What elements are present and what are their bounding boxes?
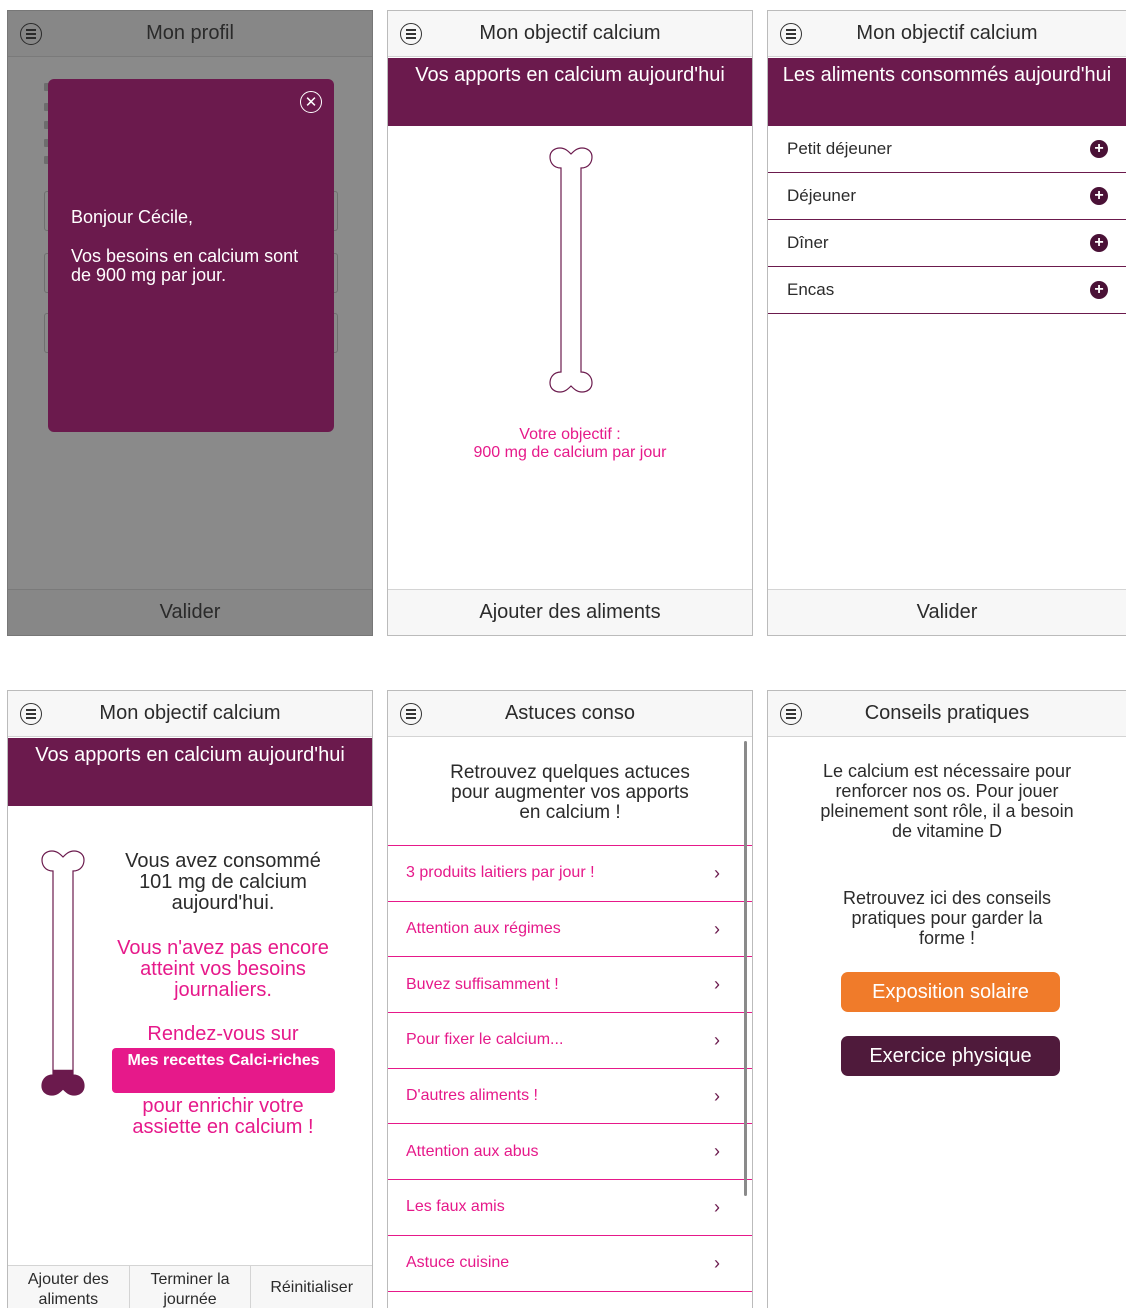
objective-label: Votre objectif : bbox=[519, 426, 621, 443]
tip-label: 3 produits laitiers par jour ! bbox=[406, 864, 595, 882]
add-food-button[interactable]: Ajouter des aliments bbox=[8, 1266, 130, 1308]
tip-label: D'autres aliments ! bbox=[406, 1087, 538, 1105]
page-title: Mon objectif calcium bbox=[856, 22, 1038, 44]
list-item[interactable]: Buvez suffisamment ! › bbox=[388, 957, 752, 1014]
list-item[interactable]: Les faux amis › bbox=[388, 1180, 752, 1236]
consumed-text: Vous avez consommé 101 mg de calcium auj… bbox=[125, 850, 321, 914]
page-title: Conseils pratiques bbox=[864, 702, 1030, 724]
page-title: Mon objectif calcium bbox=[479, 22, 661, 44]
meal-list: Petit déjeuner + Déjeuner + Dîner + Enca… bbox=[768, 126, 1126, 314]
chevron-right-icon: › bbox=[714, 1141, 720, 1162]
bone-gauge-icon bbox=[41, 850, 85, 1096]
tip-label: Attention aux abus bbox=[406, 1142, 539, 1160]
goto-text: Rendez-vous sur bbox=[147, 1023, 299, 1045]
banner: Vos apports en calcium aujourd'hui bbox=[8, 738, 372, 806]
reset-button[interactable]: Réinitialiser bbox=[251, 1266, 372, 1308]
chevron-right-icon: › bbox=[714, 862, 720, 883]
menu-icon[interactable] bbox=[20, 23, 42, 45]
tips-list: 3 produits laitiers par jour ! › Attentio… bbox=[388, 845, 752, 1292]
list-item[interactable]: Attention aux abus › bbox=[388, 1124, 752, 1181]
tip-label: Les faux amis bbox=[406, 1198, 505, 1216]
add-icon[interactable]: + bbox=[1090, 187, 1108, 205]
meal-label: Dîner bbox=[787, 233, 829, 252]
chevron-right-icon: › bbox=[714, 1085, 720, 1106]
list-item[interactable]: Astuce cuisine › bbox=[388, 1236, 752, 1292]
bone-gauge-icon bbox=[549, 147, 593, 393]
meal-row-lunch[interactable]: Déjeuner + bbox=[768, 173, 1126, 220]
nav-bar: Conseils pratiques bbox=[768, 691, 1126, 737]
sun-exposure-button[interactable]: Exposition solaire bbox=[841, 972, 1060, 1012]
meal-row-dinner[interactable]: Dîner + bbox=[768, 220, 1126, 267]
chevron-right-icon: › bbox=[714, 918, 720, 939]
action-bar: Ajouter des aliments Terminer la journée… bbox=[8, 1265, 372, 1308]
modal-message: Vos besoins en calcium sont de 900 mg pa… bbox=[71, 246, 299, 285]
nav-bar: Mon objectif calcium bbox=[768, 11, 1126, 57]
list-item[interactable]: Pour fixer le calcium... › bbox=[388, 1013, 752, 1069]
list-item[interactable]: 3 produits laitiers par jour ! › bbox=[388, 846, 752, 902]
tip-label: Pour fixer le calcium... bbox=[406, 1031, 564, 1049]
add-icon[interactable]: + bbox=[1090, 140, 1108, 158]
page-title: Astuces conso bbox=[504, 702, 636, 724]
add-icon[interactable]: + bbox=[1090, 234, 1108, 252]
objective-text: Votre objectif : 900 mg de calcium par j… bbox=[388, 426, 752, 462]
nav-bar: Mon objectif calcium bbox=[8, 691, 372, 737]
recipes-button[interactable]: Mes recettes Calci-riches bbox=[112, 1048, 335, 1093]
calcium-needs-modal: ✕ Bonjour Cécile, Vos besoins en calcium… bbox=[48, 79, 334, 432]
menu-icon[interactable] bbox=[400, 703, 422, 725]
add-food-button[interactable]: Ajouter des aliments bbox=[388, 589, 752, 635]
screen-progress: Mon objectif calcium Vos apports en calc… bbox=[7, 690, 373, 1308]
menu-icon[interactable] bbox=[400, 23, 422, 45]
modal-greeting: Bonjour Cécile, bbox=[71, 207, 194, 227]
advice-intro-text: Retrouvez ici des conseils pratiques pou… bbox=[842, 888, 1052, 948]
validate-button[interactable]: Valider bbox=[8, 589, 372, 635]
chevron-right-icon: › bbox=[714, 1252, 720, 1273]
list-item[interactable]: D'autres aliments ! › bbox=[388, 1069, 752, 1125]
chevron-right-icon: › bbox=[714, 1029, 720, 1050]
nav-bar: Mon objectif calcium bbox=[388, 11, 752, 57]
screen-tips: Astuces conso Retrouvez quelques actuces… bbox=[387, 690, 753, 1308]
nav-bar: Mon profil bbox=[8, 11, 372, 57]
not-reached-text: Vous n'avez pas encore atteint vos besoi… bbox=[117, 937, 329, 1001]
meal-row-breakfast[interactable]: Petit déjeuner + bbox=[768, 126, 1126, 173]
calcium-info-text: Le calcium est nécessaire pour renforcer… bbox=[820, 761, 1074, 841]
nav-bar: Astuces conso bbox=[388, 691, 752, 737]
tip-label: Attention aux régimes bbox=[406, 920, 561, 938]
close-icon[interactable]: ✕ bbox=[300, 91, 322, 113]
list-item[interactable]: Attention aux régimes › bbox=[388, 902, 752, 958]
screen-objective: Mon objectif calcium Vos apports en calc… bbox=[387, 10, 753, 636]
chevron-right-icon: › bbox=[714, 974, 720, 995]
tip-label: Astuce cuisine bbox=[406, 1254, 510, 1272]
meal-row-snack[interactable]: Encas + bbox=[768, 267, 1126, 314]
objective-value: 900 mg de calcium par jour bbox=[473, 444, 667, 461]
screen-advice: Conseils pratiques Le calcium est nécess… bbox=[767, 690, 1126, 1308]
meal-label: Déjeuner bbox=[787, 186, 856, 205]
physical-exercise-button[interactable]: Exercice physique bbox=[841, 1036, 1060, 1076]
end-day-button[interactable]: Terminer la journée bbox=[130, 1266, 252, 1308]
scrollbar[interactable] bbox=[744, 741, 747, 1196]
tips-intro: Retrouvez quelques actuces pour augmente… bbox=[450, 762, 690, 823]
menu-icon[interactable] bbox=[780, 703, 802, 725]
menu-icon[interactable] bbox=[20, 703, 42, 725]
screen-meals: Mon objectif calcium Les aliments consom… bbox=[767, 10, 1126, 636]
meal-label: Petit déjeuner bbox=[787, 139, 892, 158]
banner: Les aliments consommés aujourd'hui bbox=[768, 58, 1126, 126]
banner: Vos apports en calcium aujourd'hui bbox=[388, 58, 752, 126]
chevron-right-icon: › bbox=[714, 1196, 720, 1217]
meal-label: Encas bbox=[787, 280, 835, 299]
screen-profile: Mon profil ✕ Bonjour Cécile, Vos besoins… bbox=[7, 10, 373, 636]
menu-icon[interactable] bbox=[780, 23, 802, 45]
enrich-text: pour enrichir votre assiette en calcium … bbox=[132, 1095, 314, 1138]
add-icon[interactable]: + bbox=[1090, 281, 1108, 299]
validate-button[interactable]: Valider bbox=[768, 589, 1126, 635]
page-title: Mon objectif calcium bbox=[99, 702, 281, 724]
page-title: Mon profil bbox=[146, 22, 234, 44]
tip-label: Buvez suffisamment ! bbox=[406, 975, 559, 993]
